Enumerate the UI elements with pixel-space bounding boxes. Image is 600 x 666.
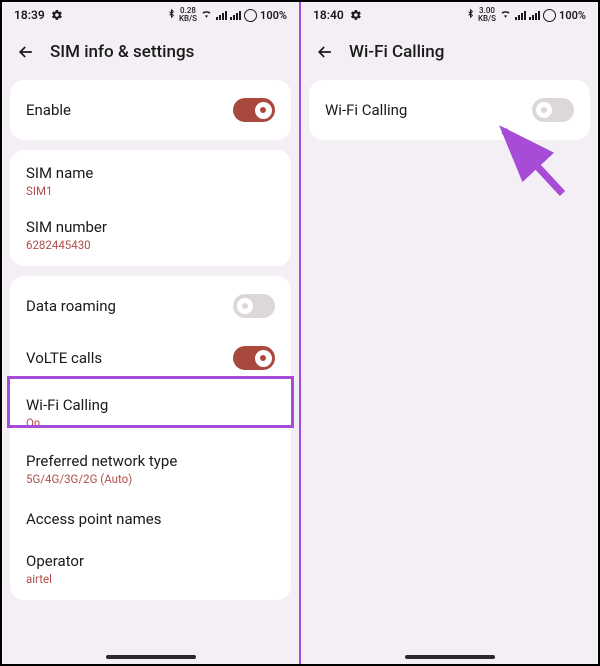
- card-network: Data roaming VoLTE calls Wi-Fi Calling O…: [10, 276, 291, 600]
- nav-pill[interactable]: [106, 655, 196, 659]
- wifi-calling-value: On: [26, 416, 108, 430]
- wifi-icon: [200, 9, 213, 22]
- card-wifi-calling: Wi-Fi Calling: [309, 80, 590, 140]
- page-title: SIM info & settings: [50, 42, 194, 62]
- signal-icon: [216, 10, 227, 20]
- row-operator[interactable]: Operator airtel: [10, 542, 291, 596]
- battery-icon: [543, 9, 556, 22]
- status-bar: 18:39 0.28 KB/S 100%: [2, 2, 299, 28]
- screen-wifi-calling: 18:40 3.00 KB/S 100%: [300, 2, 598, 664]
- screen-sim-settings: 18:39 0.28 KB/S 100%: [2, 2, 300, 664]
- row-wifi-calling[interactable]: Wi-Fi Calling On: [10, 384, 291, 442]
- operator-label: Operator: [26, 552, 84, 570]
- wifi-calling-label: Wi-Fi Calling: [325, 101, 407, 119]
- status-bar: 18:40 3.00 KB/S 100%: [301, 2, 598, 28]
- row-data-roaming[interactable]: Data roaming: [10, 280, 291, 332]
- data-rate: 3.00 KB/S: [478, 7, 496, 23]
- back-icon[interactable]: [315, 42, 335, 62]
- volte-toggle[interactable]: [233, 346, 275, 370]
- page-header: Wi-Fi Calling: [301, 28, 598, 80]
- sim-name-label: SIM name: [26, 164, 93, 182]
- page-header: SIM info & settings: [2, 28, 299, 80]
- gear-icon: [350, 9, 362, 21]
- data-roaming-toggle[interactable]: [233, 294, 275, 318]
- page-title: Wi-Fi Calling: [349, 42, 444, 62]
- enable-label: Enable: [26, 101, 71, 119]
- signal-icon: [230, 10, 241, 20]
- card-sim-info: SIM name SIM1 SIM number 6282445430: [10, 150, 291, 266]
- bluetooth-icon: [466, 8, 475, 22]
- row-apn[interactable]: Access point names: [10, 496, 291, 542]
- row-sim-number[interactable]: SIM number 6282445430: [10, 208, 291, 262]
- pref-net-value: 5G/4G/3G/2G (Auto): [26, 472, 177, 486]
- row-wifi-calling-toggle[interactable]: Wi-Fi Calling: [309, 84, 590, 136]
- wifi-calling-label: Wi-Fi Calling: [26, 396, 108, 414]
- row-volte[interactable]: VoLTE calls: [10, 332, 291, 384]
- signal-icon: [529, 10, 540, 20]
- operator-value: airtel: [26, 572, 84, 586]
- card-enable: Enable: [10, 80, 291, 140]
- wifi-calling-toggle[interactable]: [532, 98, 574, 122]
- row-sim-name[interactable]: SIM name SIM1: [10, 154, 291, 208]
- row-preferred-network[interactable]: Preferred network type 5G/4G/3G/2G (Auto…: [10, 442, 291, 496]
- row-enable[interactable]: Enable: [10, 84, 291, 136]
- nav-pill[interactable]: [405, 655, 495, 659]
- back-icon[interactable]: [16, 42, 36, 62]
- battery-pct: 100%: [260, 9, 287, 22]
- bluetooth-icon: [167, 8, 176, 22]
- data-roaming-label: Data roaming: [26, 297, 116, 315]
- pref-net-label: Preferred network type: [26, 452, 177, 470]
- sim-number-value: 6282445430: [26, 238, 107, 252]
- data-rate: 0.28 KB/S: [179, 7, 197, 23]
- status-time: 18:39: [14, 8, 45, 22]
- sim-number-label: SIM number: [26, 218, 107, 236]
- signal-icon: [515, 10, 526, 20]
- wifi-icon: [499, 9, 512, 22]
- battery-pct: 100%: [559, 9, 586, 22]
- status-time: 18:40: [313, 8, 344, 22]
- sim-name-value: SIM1: [26, 184, 93, 198]
- enable-toggle[interactable]: [233, 98, 275, 122]
- volte-label: VoLTE calls: [26, 349, 102, 367]
- gear-icon: [51, 9, 63, 21]
- battery-icon: [244, 9, 257, 22]
- apn-label: Access point names: [26, 510, 161, 528]
